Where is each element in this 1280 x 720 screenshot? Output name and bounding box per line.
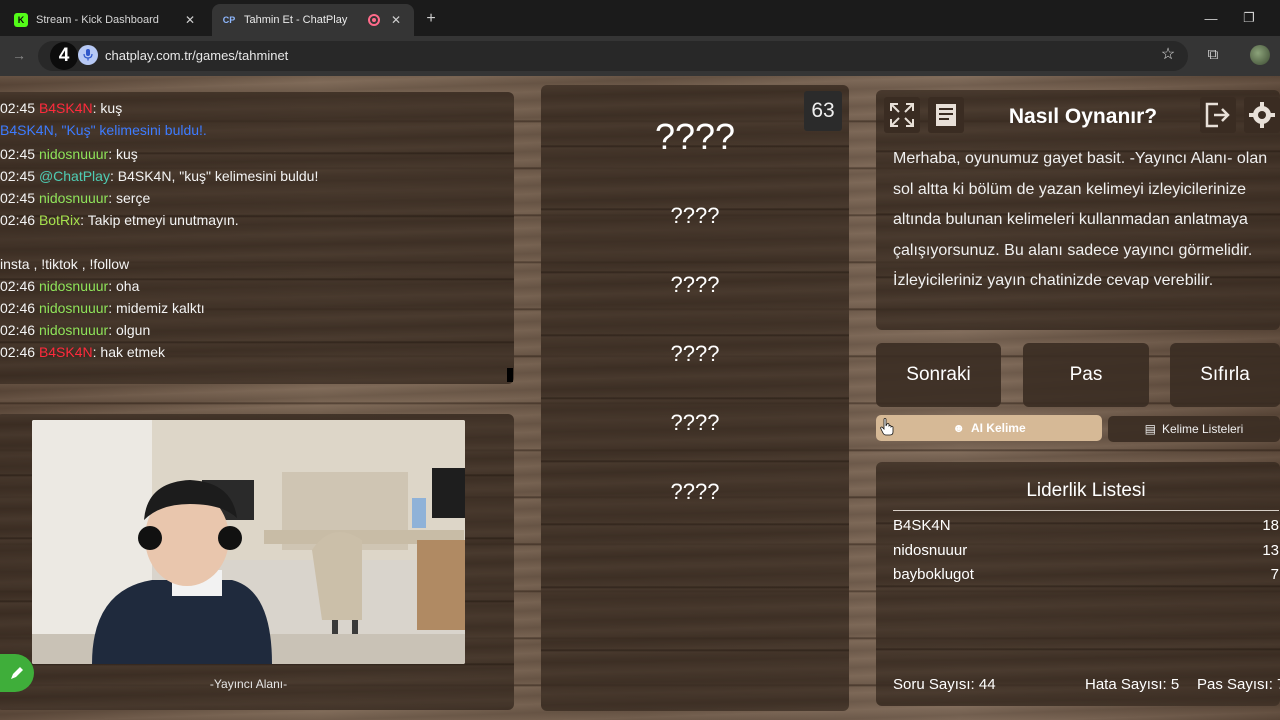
leaderboard-row: B4SK4N 18 [893, 517, 1279, 534]
leaderboard-row: nidosnuuur 13 [893, 542, 1279, 559]
word-lists-button[interactable]: ▤ Kelime Listeleri [1108, 416, 1280, 442]
chat-message: 02:46 nidosnuuur: midemiz kalktı [0, 300, 205, 316]
words-panel [541, 85, 849, 711]
exit-icon[interactable] [1200, 97, 1236, 133]
howto-text: Merhaba, oyunumuz gayet basit. -Yayıncı … [893, 150, 1268, 289]
new-tab-button[interactable]: + [420, 8, 442, 30]
clipboard-icon: ▤ [1144, 422, 1156, 436]
chat-message: 02:46 BotRix: Takip etmeyi unutmayın. [0, 212, 239, 228]
error-count: Hata Sayısı: 5 [1085, 676, 1180, 693]
pass-count: Pas Sayısı: 7 [1197, 676, 1280, 693]
bookmark-star-icon[interactable]: ☆ [1158, 44, 1178, 64]
extensions-icon[interactable]: ⧉ [1203, 44, 1223, 64]
fullscreen-icon[interactable] [884, 97, 920, 133]
chat-message: 02:45 @ChatPlay: B4SK4N, "kuş" kelimesin… [0, 168, 319, 184]
hidden-word: ???? [670, 341, 720, 366]
next-button[interactable]: Sonraki [876, 343, 1001, 407]
pen-icon [11, 667, 23, 679]
webcam-label: -Yayıncı Alanı- [209, 677, 288, 691]
notes-icon[interactable] [928, 97, 964, 133]
step-badge: 4 [50, 42, 78, 70]
hidden-word: ???? [670, 272, 720, 297]
hand-cursor-icon [880, 418, 894, 441]
ai-word-label: AI Kelime [970, 421, 1026, 435]
tab-title: Stream - Kick Dashboard [36, 14, 159, 26]
reset-button[interactable]: Sıfırla [1170, 343, 1280, 407]
chat-message: 02:46 nidosnuuur: olgun [0, 322, 151, 338]
gear-icon[interactable] [1244, 97, 1280, 133]
chatplay-favicon-icon: CP [222, 15, 236, 25]
tab-kick-dashboard[interactable]: K Stream - Kick Dashboard ✕ [4, 4, 208, 36]
leaderboard-title: Liderlik Listesi [893, 480, 1279, 511]
ai-word-button[interactable]: ☻ AI Kelime [876, 415, 1102, 441]
kick-logo-icon: K [14, 13, 28, 27]
hidden-word: ???? [670, 410, 720, 435]
tab-bar: K Stream - Kick Dashboard ✕ CP Tahmin Et… [0, 0, 1280, 36]
microphone-icon[interactable] [78, 45, 98, 65]
robot-icon: ☻ [952, 421, 965, 435]
chat-system-message: B4SK4N, "Kuş" kelimesini buldu!. [0, 122, 207, 138]
tab-title: Tahmin Et - ChatPlay [244, 14, 348, 26]
chat-message: insta , !tiktok , !follow [0, 256, 130, 272]
pass-button[interactable]: Pas [1023, 343, 1149, 407]
hidden-word: ???? [670, 479, 720, 504]
chat-message: 02:45 B4SK4N: kuş [0, 100, 123, 116]
word-lists-label: Kelime Listeleri [1161, 422, 1244, 436]
profile-avatar[interactable] [1250, 45, 1270, 65]
leaderboard-row: bayboklugot 7 [893, 566, 1279, 583]
close-icon[interactable]: ✕ [182, 12, 198, 28]
forward-button[interactable]: → [8, 44, 30, 66]
url-text[interactable]: chatplay.com.tr/games/tahminet [105, 48, 288, 63]
maximize-button[interactable]: ❐ [1234, 8, 1264, 28]
chat-message: 02:45 nidosnuuur: kuş [0, 146, 138, 162]
chat-message: 02:45 nidosnuuur: serçe [0, 190, 151, 206]
howto-title: Nasıl Oynanır? [1008, 105, 1158, 128]
hidden-word: ???? [670, 203, 720, 228]
chat-message: 02:46 B4SK4N: hak etmek [0, 344, 166, 360]
close-icon[interactable]: ✕ [388, 12, 404, 28]
recording-icon [368, 14, 380, 26]
minimize-button[interactable]: — [1196, 8, 1226, 28]
chat-scrollbar[interactable] [507, 368, 513, 382]
question-count: Soru Sayısı: 44 [893, 676, 996, 693]
main-hidden-word: ???? [654, 116, 736, 157]
chat-message: 02:46 nidosnuuur: oha [0, 278, 140, 294]
webcam-feed [32, 420, 465, 664]
tab-chatplay[interactable]: CP Tahmin Et - ChatPlay ✕ [212, 4, 414, 36]
